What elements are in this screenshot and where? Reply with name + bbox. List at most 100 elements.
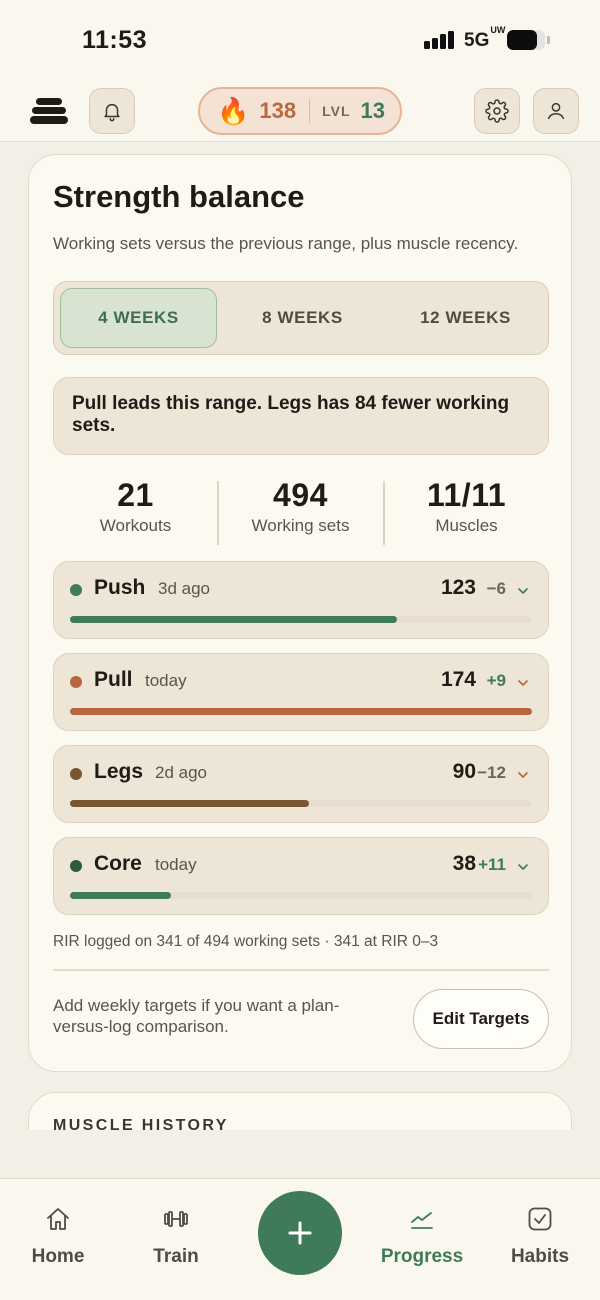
main-scroll-area[interactable]: Strength balance Working sets versus the… — [0, 142, 600, 1130]
volume-bar-track — [70, 800, 532, 807]
range-option-12-weeks[interactable]: 12 WEEKS — [387, 288, 544, 348]
battery-nub — [547, 36, 550, 44]
group-dot — [70, 584, 82, 596]
trend-chart-icon — [411, 1212, 433, 1229]
dumbbell-icon — [164, 1211, 188, 1227]
range-option-4-weeks[interactable]: 4 WEEKS — [60, 288, 217, 348]
nav-item-progress[interactable]: Progress — [362, 1179, 482, 1300]
streak-count: 138 — [259, 98, 297, 123]
rir-note: RIR logged on 341 of 494 working sets · … — [53, 933, 439, 950]
strength-balance-card: Strength balance Working sets versus the… — [28, 154, 572, 1072]
level-label: LVL — [322, 103, 351, 119]
stat-label: Workouts — [99, 516, 172, 535]
nav-gap — [0, 1130, 600, 1178]
bottom-nav: Home Train Progress Habits — [0, 1178, 600, 1300]
stat-value: 494 — [273, 477, 328, 513]
chevron-down-icon[interactable] — [516, 676, 530, 690]
settings-button[interactable] — [474, 88, 520, 134]
bell-icon — [104, 103, 120, 122]
profile-button[interactable] — [533, 88, 579, 134]
checkbox-icon — [528, 1207, 552, 1231]
volume-bar-track — [70, 708, 532, 715]
card-divider — [53, 969, 549, 971]
volume-bar-fill — [70, 800, 309, 807]
volume-bar-fill — [70, 616, 397, 623]
group-row-push[interactable]: Push 3d ago 123 −6 — [53, 561, 549, 639]
nav-label: Home — [31, 1246, 85, 1267]
chevron-down-icon[interactable] — [516, 860, 530, 874]
network-label: 5GUW — [464, 25, 505, 52]
nav-item-train[interactable]: Train — [116, 1179, 236, 1300]
card-subtitle: Working sets versus the previous range, … — [53, 234, 519, 253]
network-type: 5G — [464, 30, 490, 51]
stat-workouts: 21 Workouts — [53, 477, 218, 536]
targets-note: Add weekly targets if you want a plan-ve… — [53, 996, 340, 1036]
group-set-count: 38 — [452, 852, 476, 875]
battery-fill — [507, 30, 537, 50]
group-recency: 2d ago — [155, 763, 207, 782]
chevron-down-icon[interactable] — [516, 768, 530, 782]
chevron-down-icon[interactable] — [516, 584, 530, 598]
group-set-count: 123 — [440, 576, 476, 599]
status-time: 11:53 — [82, 26, 148, 54]
range-option-8-weeks[interactable]: 8 WEEKS — [224, 288, 381, 348]
notifications-button[interactable] — [89, 88, 135, 134]
group-set-count: 90 — [452, 760, 476, 783]
app-header: 🔥 138 LVL 13 — [0, 80, 600, 142]
group-dot — [70, 860, 82, 872]
group-row-core[interactable]: Core today 38 +11 — [53, 837, 549, 915]
stat-label: Working sets — [251, 516, 350, 535]
volume-bar-track — [70, 892, 532, 899]
nav-label: Habits — [510, 1246, 570, 1267]
nav-item-home[interactable]: Home — [0, 1179, 118, 1300]
range-selector: 4 WEEKS 8 WEEKS 12 WEEKS — [53, 281, 549, 355]
level-value: 13 — [360, 98, 385, 123]
group-row-legs[interactable]: Legs 2d ago 90 −12 — [53, 745, 549, 823]
nav-label: Train — [153, 1246, 199, 1267]
status-bar: 11:53 5GUW — [0, 0, 600, 80]
stat-muscles: 11/11 Muscles — [384, 477, 549, 536]
pill-divider — [309, 99, 311, 123]
group-delta: −12 — [477, 763, 506, 782]
group-delta: +11 — [478, 855, 506, 874]
volume-bar-track — [70, 616, 532, 623]
nav-item-habits[interactable]: Habits — [480, 1179, 600, 1300]
muscle-history-title: MUSCLE HISTORY — [53, 1117, 229, 1130]
group-dot — [70, 768, 82, 780]
muscle-history-card: MUSCLE HISTORY — [28, 1092, 572, 1130]
card-title: Strength balance — [53, 179, 305, 214]
streak-level-pill[interactable]: 🔥 138 LVL 13 — [198, 87, 402, 135]
group-delta: −6 — [486, 579, 506, 598]
volume-bar-fill — [70, 892, 171, 899]
group-recency: today — [155, 855, 197, 874]
group-dot — [70, 676, 82, 688]
plus-icon — [288, 1221, 312, 1245]
edit-targets-button[interactable]: Edit Targets — [413, 989, 549, 1049]
group-recency: today — [145, 671, 187, 690]
group-row-pull[interactable]: Pull today 174 +9 — [53, 653, 549, 731]
group-name: Core — [94, 852, 142, 875]
group-set-count: 174 — [440, 668, 476, 691]
group-delta: +9 — [486, 671, 506, 690]
group-name: Legs — [94, 760, 144, 783]
stat-working-sets: 494 Working sets — [218, 477, 383, 536]
battery-icon — [507, 30, 545, 50]
stat-value: 11/11 — [426, 477, 507, 513]
add-workout-button[interactable] — [258, 1191, 342, 1275]
person-icon — [547, 102, 565, 120]
gear-icon — [485, 99, 509, 123]
group-name: Push — [94, 576, 146, 599]
stats-row: 21 Workouts 494 Working sets 11/11 Muscl… — [53, 477, 549, 545]
stat-label: Muscles — [435, 516, 498, 535]
nav-label: Progress — [380, 1246, 464, 1267]
cellular-signal-icon — [424, 31, 456, 49]
fire-icon: 🔥 — [217, 96, 250, 126]
network-suffix: UW — [490, 24, 506, 35]
volume-bar-fill — [70, 708, 532, 715]
group-name: Pull — [94, 668, 133, 691]
range-summary: Pull leads this range. Legs has 84 fewer… — [53, 377, 549, 455]
stat-value: 21 — [117, 477, 154, 513]
group-recency: 3d ago — [158, 579, 210, 598]
home-icon — [47, 1208, 69, 1230]
stacked-discs-logo[interactable] — [30, 96, 68, 126]
